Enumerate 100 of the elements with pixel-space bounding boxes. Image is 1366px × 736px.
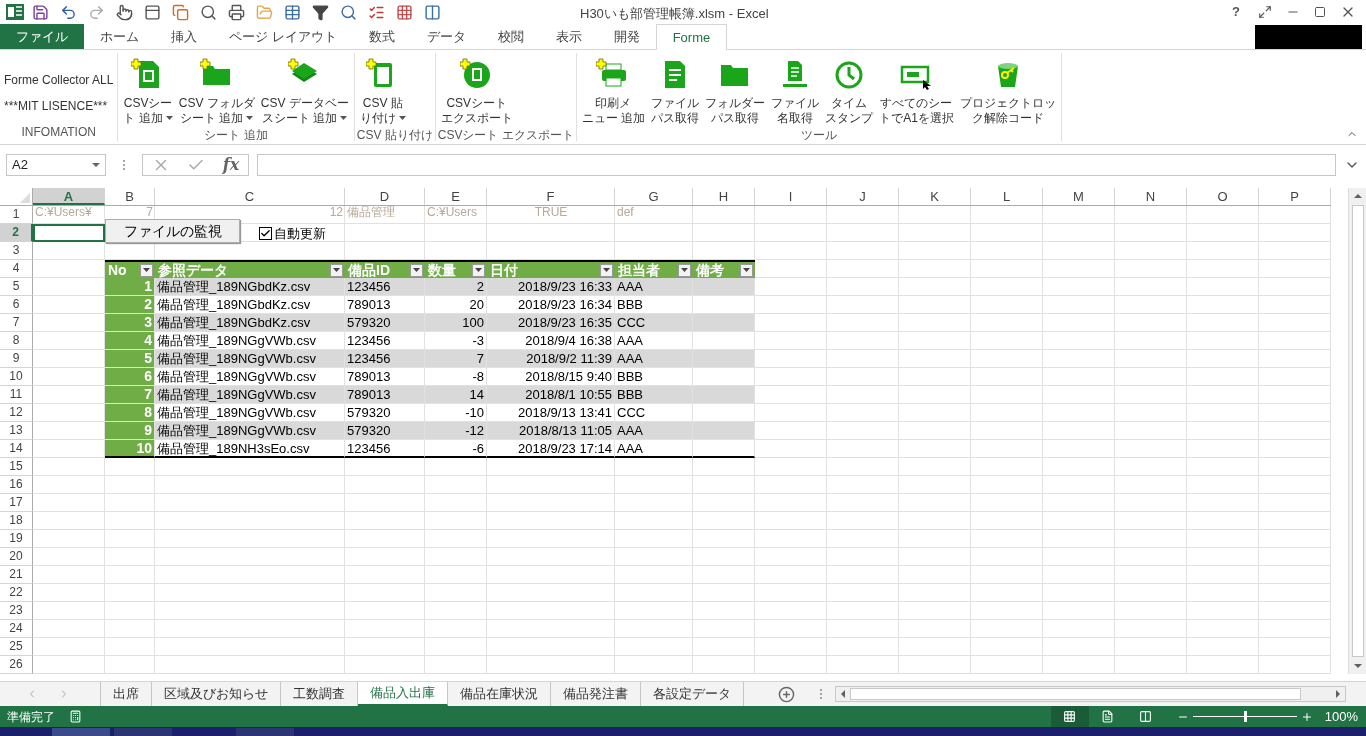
row-header[interactable]: 24 xyxy=(0,620,33,638)
ribbon-tab[interactable]: 開発 xyxy=(597,24,656,49)
row-header[interactable]: 16 xyxy=(0,476,33,494)
ribbon-tab[interactable]: ファイル xyxy=(0,24,84,49)
monitor-file-button[interactable]: ファイルの監視 xyxy=(105,219,240,243)
name-box[interactable]: A2 xyxy=(6,154,106,176)
undo-icon[interactable] xyxy=(60,3,77,21)
ribbon-tab[interactable]: データ xyxy=(410,24,482,49)
row-header[interactable]: 11 xyxy=(0,386,33,404)
row-header[interactable]: 9 xyxy=(0,350,33,368)
row-header[interactable]: 21 xyxy=(0,566,33,584)
filter-button[interactable] xyxy=(740,263,753,277)
touch-icon[interactable] xyxy=(116,3,133,21)
table-cell: 2018/9/23 16:35 xyxy=(487,314,615,332)
row-header[interactable]: 1 xyxy=(0,206,33,224)
ribbon-tab[interactable]: 数式 xyxy=(352,24,411,49)
ribbon-button[interactable]: すべてのシー トでA1を選択 xyxy=(876,58,957,126)
help-button[interactable]: ? xyxy=(1228,2,1244,22)
filter-button[interactable] xyxy=(330,263,343,277)
ribbon-button[interactable]: CSVシー ト 追加 xyxy=(120,58,176,126)
add-sheet-icon[interactable] xyxy=(778,685,795,703)
view-button[interactable] xyxy=(1050,706,1089,727)
row-header[interactable]: 2 xyxy=(0,224,33,242)
save-icon[interactable] xyxy=(32,3,49,21)
ribbon-button[interactable]: CSVシート エクスポート xyxy=(437,58,516,126)
macro-icon[interactable] xyxy=(69,710,82,723)
table-cell: 8 xyxy=(105,404,155,422)
checkbox[interactable] xyxy=(259,227,272,241)
table-icon[interactable] xyxy=(284,3,301,21)
row-header[interactable]: 22 xyxy=(0,584,33,602)
row-header[interactable]: 14 xyxy=(0,440,33,458)
row-header[interactable]: 17 xyxy=(0,494,33,512)
filter-icon[interactable] xyxy=(312,3,329,21)
column-header[interactable]: A xyxy=(33,188,105,205)
table-cell: 100 xyxy=(425,314,487,332)
row-header[interactable]: 15 xyxy=(0,458,33,476)
row-header[interactable]: 23 xyxy=(0,602,33,620)
copy-icon[interactable] xyxy=(172,3,189,21)
scrollbar-thumb[interactable] xyxy=(1351,205,1364,657)
row-header[interactable]: 3 xyxy=(0,242,33,260)
ribbon-button[interactable]: CSV フォルダ シート 追加 xyxy=(175,58,258,126)
filter-button[interactable] xyxy=(140,263,153,277)
filter-button[interactable] xyxy=(678,263,691,277)
ribbon-tab[interactable]: ページ レイアウト xyxy=(213,24,353,49)
ribbon-tab[interactable]: 挿入 xyxy=(155,24,213,49)
table-cell: 789013 xyxy=(345,386,425,404)
row-header[interactable]: 7 xyxy=(0,314,33,332)
formula-input[interactable] xyxy=(257,154,1336,176)
ribbon-button[interactable]: プロジェクトロッ ク解除コード xyxy=(956,58,1059,126)
row-header[interactable]: 6 xyxy=(0,296,33,314)
row-header[interactable]: 12 xyxy=(0,404,33,422)
row-header[interactable]: 20 xyxy=(0,548,33,566)
ribbon-button[interactable]: タイム スタンプ xyxy=(822,58,877,126)
ribbon-button[interactable]: ファイル パス取得 xyxy=(648,58,703,126)
ribbon-tab[interactable]: 表示 xyxy=(539,24,598,49)
filter-button[interactable] xyxy=(472,263,485,277)
search-icon[interactable] xyxy=(340,3,357,21)
ribbon-tab[interactable]: ホーム xyxy=(84,24,155,49)
row-header[interactable]: 5 xyxy=(0,278,33,296)
table-cell: 14 xyxy=(425,386,487,404)
table-cell: BBB xyxy=(615,386,693,404)
scrollbar-thumb[interactable] xyxy=(850,688,1301,700)
ribbon-tab[interactable]: 校閲 xyxy=(481,24,540,49)
insert-function-button[interactable]: fx xyxy=(222,157,240,173)
table-cell: 備品管理_189NGbdKz.csv xyxy=(155,314,345,332)
row-header[interactable]: 4 xyxy=(0,260,33,278)
window-icon[interactable] xyxy=(424,3,441,21)
ribbon-display-icon[interactable] xyxy=(1258,5,1272,19)
zoom-in-icon[interactable] xyxy=(1300,710,1313,723)
filter-button[interactable] xyxy=(600,263,613,277)
ribbon-button[interactable]: CSV 貼 り付け xyxy=(356,58,409,126)
filter-button[interactable] xyxy=(410,263,423,277)
restore-icon[interactable] xyxy=(1314,6,1326,18)
ribbon-tab[interactable]: Forme xyxy=(655,24,728,50)
table-cell: 7 xyxy=(105,386,155,404)
active-cell[interactable] xyxy=(33,224,105,242)
zoom-slider[interactable] xyxy=(1192,711,1297,722)
ribbon-button[interactable]: CSV データベー スシート 追加 xyxy=(257,58,352,126)
row-header[interactable]: 25 xyxy=(0,638,33,656)
grid-icon[interactable] xyxy=(396,3,413,21)
table-cell: 備品管理_189NGgVWb.csv xyxy=(155,422,345,440)
layout-icon[interactable] xyxy=(144,3,161,21)
ribbon-button[interactable]: フォルダー パス取得 xyxy=(702,58,769,126)
table-cell: AAA xyxy=(615,350,693,368)
ribbon-button[interactable]: 印刷メ ニュー 追加 xyxy=(578,58,649,126)
row-header[interactable]: 8 xyxy=(0,332,33,350)
group-label: CSVシート エクスポート xyxy=(436,127,575,144)
ribbon-button[interactable]: ファイル 名取得 xyxy=(768,58,823,126)
row-header[interactable]: 26 xyxy=(0,656,33,674)
sheet-tab[interactable]: 備品入出庫 xyxy=(358,682,448,706)
table-cell: 123456 xyxy=(345,278,425,296)
row-header[interactable]: 10 xyxy=(0,368,33,386)
printer-icon[interactable] xyxy=(228,3,245,21)
zoom-thumb[interactable] xyxy=(1243,711,1247,722)
search-icon[interactable] xyxy=(200,3,217,21)
row-header[interactable]: 18 xyxy=(0,512,33,530)
row-header[interactable]: 13 xyxy=(0,422,33,440)
row-header[interactable]: 19 xyxy=(0,530,33,548)
horizontal-scrollbar[interactable] xyxy=(835,686,1346,702)
table-cell: 579320 xyxy=(345,314,425,332)
